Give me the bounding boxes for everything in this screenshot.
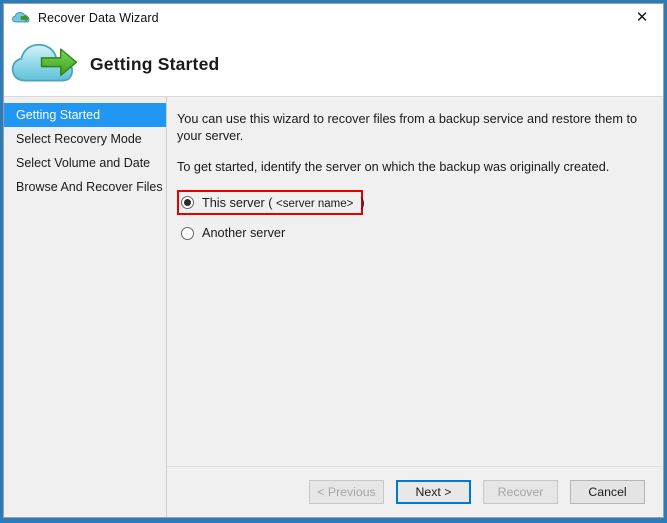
cloud-restore-icon	[10, 38, 80, 90]
content-panel: You can use this wizard to recover files…	[167, 97, 663, 466]
sidebar-item-label: Select Recovery Mode	[16, 132, 142, 146]
radio-option-another-server[interactable]: Another server	[181, 222, 651, 244]
cloud-icon	[12, 10, 30, 26]
footer-button-bar: < Previous Next > Recover Cancel	[167, 466, 663, 517]
recover-button[interactable]: Recover	[483, 480, 558, 504]
radio-another-server-label: Another server	[202, 226, 285, 240]
sidebar-item-label: Select Volume and Date	[16, 156, 150, 170]
next-button[interactable]: Next >	[396, 480, 471, 504]
page-title: Getting Started	[90, 54, 219, 75]
sidebar-item-select-recovery-mode[interactable]: Select Recovery Mode	[4, 127, 166, 151]
intro-paragraph: You can use this wizard to recover files…	[177, 111, 651, 145]
server-name-placeholder: <server name>	[276, 198, 353, 210]
body-area: Getting Started Select Recovery Mode Sel…	[4, 97, 663, 517]
sidebar-item-label: Browse And Recover Files	[16, 180, 163, 194]
instruction-paragraph: To get started, identify the server on w…	[177, 159, 651, 176]
radio-this-server-indicator[interactable]	[181, 196, 194, 209]
radio-another-server-indicator[interactable]	[181, 227, 194, 240]
radio-this-server-label: This server ( <server name> )	[202, 196, 365, 210]
title-bar: Recover Data Wizard ✕	[4, 4, 663, 32]
sidebar-item-label: Getting Started	[16, 108, 100, 122]
cancel-button[interactable]: Cancel	[570, 480, 645, 504]
content-column: You can use this wizard to recover files…	[167, 97, 663, 517]
radio-this-server-suffix: )	[360, 196, 364, 210]
previous-button[interactable]: < Previous	[309, 480, 384, 504]
window-title: Recover Data Wizard	[38, 11, 159, 25]
wizard-window: Recover Data Wizard ✕	[0, 0, 667, 523]
wizard-steps-sidebar: Getting Started Select Recovery Mode Sel…	[4, 97, 167, 517]
radio-option-this-server[interactable]: This server ( <server name> )	[177, 190, 363, 215]
page-header: Getting Started	[4, 32, 663, 97]
window-inner: Recover Data Wizard ✕	[3, 3, 664, 518]
sidebar-item-browse-and-recover-files[interactable]: Browse And Recover Files	[4, 175, 166, 199]
close-icon[interactable]: ✕	[621, 4, 663, 31]
radio-this-server-prefix: This server (	[202, 196, 273, 210]
sidebar-item-getting-started[interactable]: Getting Started	[4, 103, 166, 127]
sidebar-item-select-volume-and-date[interactable]: Select Volume and Date	[4, 151, 166, 175]
